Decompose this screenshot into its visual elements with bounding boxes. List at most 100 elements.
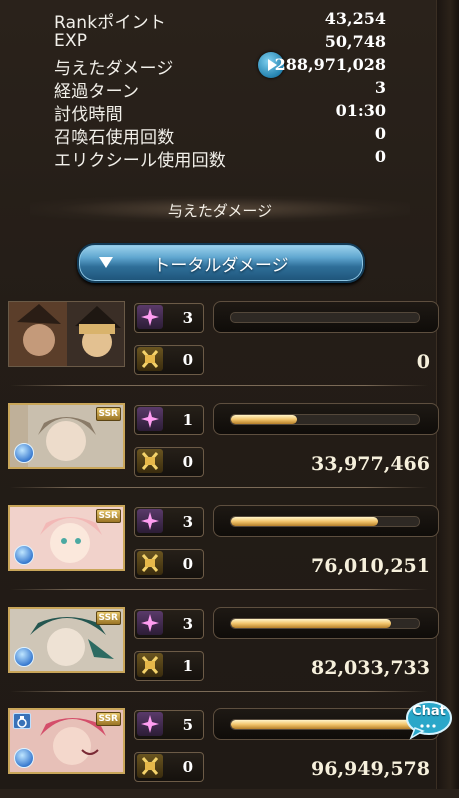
rarity-tag: SSR — [95, 407, 121, 421]
damage-value: 33,977,466 — [311, 453, 430, 475]
chat-label: Chat — [412, 704, 446, 719]
star-count-box: 3 — [134, 507, 204, 537]
character-portrait[interactable]: SSR — [8, 607, 125, 673]
stat-label: Rankポイント — [54, 13, 167, 33]
stat-rank-points: Rankポイント 43,254 — [54, 8, 386, 33]
cross-count: 1 — [182, 657, 193, 675]
stat-battle-time: 討伐時間 01:30 — [54, 100, 386, 125]
star-count: 1 — [182, 411, 193, 429]
star-count-box: 3 — [134, 609, 204, 639]
stat-value: 288,971,028 — [274, 55, 386, 74]
cross-count-box: 0 — [134, 447, 204, 477]
stat-turns: 経過ターン 3 — [54, 77, 386, 102]
stat-summon-uses: 召喚石使用回数 0 — [54, 123, 386, 148]
cross-count-box: 0 — [134, 549, 204, 579]
row-divider — [10, 385, 428, 386]
stat-damage-dealt: 与えたダメージ 288,971,028 — [54, 52, 386, 79]
water-element-icon — [14, 443, 34, 463]
star-icon — [137, 305, 163, 329]
star-icon — [137, 611, 163, 635]
ring-icon — [13, 713, 31, 729]
damage-value: 0 — [416, 351, 430, 373]
star-count: 3 — [182, 615, 193, 633]
stat-value: 01:30 — [335, 101, 386, 120]
stat-value: 0 — [374, 124, 386, 143]
cross-count: 0 — [182, 555, 193, 573]
damage-bar-fill — [231, 517, 378, 526]
cross-count-box: 0 — [134, 345, 204, 375]
crossed-swords-icon — [137, 551, 163, 575]
star-count-box: 3 — [134, 303, 204, 333]
damage-bar-track — [230, 516, 420, 527]
stat-value: 3 — [374, 78, 386, 97]
stat-value: 50,748 — [324, 32, 386, 51]
stat-value: 0 — [374, 147, 386, 166]
stat-label: エリクシール使用回数 — [54, 151, 226, 171]
row-divider — [10, 691, 428, 692]
rarity-tag: SSR — [95, 712, 121, 726]
damage-bar-track — [230, 618, 420, 629]
portrait-art — [9, 302, 124, 366]
damage-bar-track — [230, 719, 420, 730]
water-element-icon — [14, 748, 34, 768]
cross-count-box: 0 — [134, 752, 204, 782]
cross-count: 0 — [182, 351, 193, 369]
star-count-box: 5 — [134, 710, 204, 740]
character-row: SSR 3 1 82,033,733 — [8, 607, 439, 697]
damage-bar-fill — [231, 415, 297, 424]
stat-label: 経過ターン — [54, 82, 140, 102]
character-portrait[interactable]: SSR — [8, 708, 125, 774]
star-count: 3 — [182, 513, 193, 531]
right-edge-strip — [436, 0, 459, 789]
damage-value: 76,010,251 — [311, 555, 430, 577]
rarity-tag: SSR — [95, 611, 121, 625]
damage-bar — [213, 301, 439, 333]
result-stats: Rankポイント 43,254 EXP 50,748 与えたダメージ 288,9… — [54, 8, 386, 171]
stat-label: 討伐時間 — [54, 105, 123, 125]
star-count: 5 — [182, 716, 193, 734]
total-damage-dropdown-button[interactable]: トータルダメージ — [77, 243, 365, 283]
stat-label: 与えたダメージ — [54, 59, 174, 79]
water-element-icon — [14, 647, 34, 667]
character-row: 3 0 0 — [8, 301, 439, 391]
damage-bar-track — [230, 312, 420, 323]
character-row: SSR 1 0 33,977,466 — [8, 403, 439, 493]
character-row: SSR 3 0 76,010,251 — [8, 505, 439, 595]
row-divider — [10, 487, 428, 488]
star-count-box: 1 — [134, 405, 204, 435]
damage-bar — [213, 505, 439, 537]
crossed-swords-icon — [137, 754, 163, 778]
crossed-swords-icon — [137, 449, 163, 473]
row-divider — [10, 589, 428, 590]
section-title: 与えたダメージ — [167, 202, 273, 220]
damage-bar — [213, 403, 439, 435]
chat-button[interactable]: Chat — [405, 700, 453, 740]
character-row: SSR 5 0 96,949,578 — [8, 708, 439, 798]
star-icon — [137, 407, 163, 431]
character-portrait[interactable]: SSR — [8, 505, 125, 571]
water-element-icon — [14, 545, 34, 565]
stat-label: EXP — [54, 31, 88, 51]
cross-count: 0 — [182, 758, 193, 776]
stat-elixir-uses: エリクシール使用回数 0 — [54, 146, 386, 171]
crossed-swords-icon — [137, 653, 163, 677]
cross-count: 0 — [182, 453, 193, 471]
cross-count-box: 1 — [134, 651, 204, 681]
stat-exp: EXP 50,748 — [54, 31, 386, 54]
star-icon — [137, 712, 163, 736]
damage-bar-track — [230, 414, 420, 425]
stat-label: 召喚石使用回数 — [54, 128, 175, 148]
rarity-tag: SSR — [95, 509, 121, 523]
character-portrait[interactable]: SSR — [8, 403, 125, 469]
total-damage-label: トータルダメージ — [153, 256, 289, 276]
damage-bar-fill — [231, 619, 391, 628]
star-count: 3 — [182, 309, 193, 327]
stat-value: 43,254 — [324, 9, 386, 28]
character-portrait[interactable] — [8, 301, 125, 367]
crossed-swords-icon — [137, 347, 163, 371]
damage-bar-fill — [231, 720, 419, 729]
star-icon — [137, 509, 163, 533]
damage-value: 96,949,578 — [311, 758, 430, 780]
damage-value: 82,033,733 — [311, 657, 430, 679]
damage-bar — [213, 607, 439, 639]
